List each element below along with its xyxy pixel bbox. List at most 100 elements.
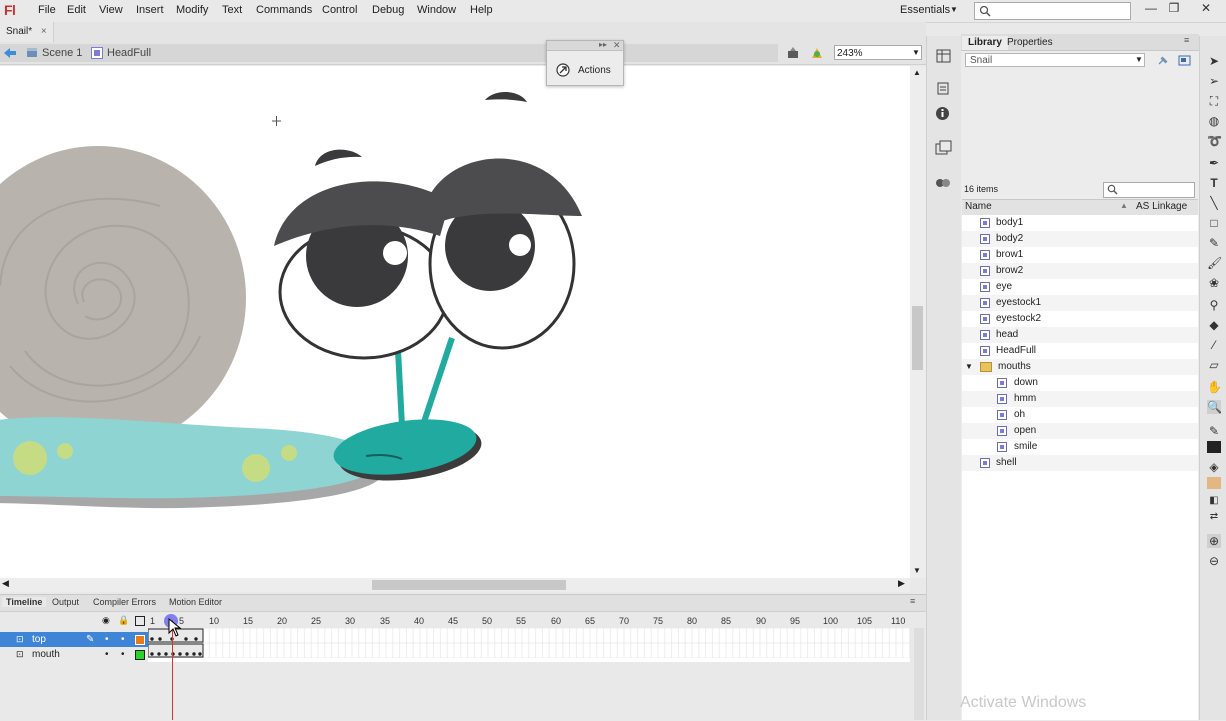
column-as-linkage[interactable]: AS Linkage <box>1136 201 1187 212</box>
timeline-vertical-scrollbar[interactable] <box>914 628 924 720</box>
pin-library-icon[interactable] <box>1157 55 1169 66</box>
deco-tool-icon[interactable]: ❀ <box>1207 276 1221 290</box>
scroll-left-icon[interactable]: ◀ <box>2 578 9 589</box>
menu-debug[interactable]: Debug <box>372 4 404 16</box>
stage-horizontal-scrollbar[interactable]: ◀ ▶ <box>0 578 910 592</box>
new-library-panel-icon[interactable] <box>1178 54 1191 66</box>
panel-grip[interactable] <box>547 41 623 51</box>
bone-tool-icon[interactable]: ⚲ <box>1207 298 1221 312</box>
breadcrumb-symbol[interactable]: HeadFull <box>107 47 151 59</box>
workspace-switcher[interactable]: Essentials <box>900 4 950 16</box>
brush-tool-icon[interactable]: 🖌 <box>1207 256 1222 270</box>
zoom-select[interactable]: 243% <box>834 45 922 60</box>
panel-menu-icon[interactable]: ≡ <box>1184 35 1189 45</box>
layer-color-swatch[interactable] <box>135 650 145 660</box>
visibility-dot[interactable]: • <box>105 647 109 662</box>
zoom-out-icon[interactable]: ⊖ <box>1207 554 1221 568</box>
components-panel-icon[interactable] <box>935 176 951 190</box>
list-item[interactable]: shell <box>962 455 1198 471</box>
tab-compiler-errors[interactable]: Compiler Errors <box>89 597 160 607</box>
stage[interactable] <box>0 66 910 578</box>
edit-scene-icon[interactable] <box>809 46 825 60</box>
stroke-color-icon[interactable]: ✎ <box>1207 424 1221 438</box>
align-panel-icon[interactable] <box>936 49 951 63</box>
list-item[interactable]: brow1 <box>962 247 1198 263</box>
lasso-tool-icon[interactable]: ➰ <box>1207 134 1222 148</box>
free-transform-tool-icon[interactable]: ⛶ <box>1207 94 1221 108</box>
text-tool-icon[interactable]: T <box>1207 176 1221 190</box>
list-item[interactable]: open <box>962 423 1198 439</box>
transform-panel-icon[interactable] <box>937 82 949 95</box>
list-item[interactable]: oh <box>962 407 1198 423</box>
menu-control[interactable]: Control <box>322 4 357 16</box>
visibility-dot[interactable]: • <box>105 632 109 647</box>
library-item-list[interactable]: body1 body2 brow1 brow2 eye eyestock1 ey… <box>962 215 1198 720</box>
layer-name[interactable]: top <box>32 632 46 647</box>
fill-color-icon[interactable]: ◈ <box>1207 460 1221 474</box>
expand-arrow-icon[interactable]: ▼ <box>965 359 973 375</box>
lock-dot[interactable]: • <box>121 632 125 647</box>
list-item[interactable]: smile <box>962 439 1198 455</box>
scroll-right-icon[interactable]: ▶ <box>898 578 905 589</box>
actions-panel[interactable]: ▸▸ ✕ Actions <box>546 40 624 86</box>
menu-commands[interactable]: Commands <box>256 4 312 16</box>
outline-icon[interactable] <box>135 616 145 626</box>
doc-select-chevron-icon[interactable]: ▼ <box>1135 55 1143 64</box>
menu-help[interactable]: Help <box>470 4 493 16</box>
black-white-icon[interactable]: ◧ <box>1207 494 1221 508</box>
folder-item[interactable]: ▼ mouths <box>962 359 1198 375</box>
paint-bucket-tool-icon[interactable]: ◆ <box>1207 318 1221 332</box>
scroll-down-icon[interactable]: ▼ <box>913 566 921 575</box>
list-item[interactable]: down <box>962 375 1198 391</box>
line-tool-icon[interactable]: ╲ <box>1207 196 1221 210</box>
swatches-panel-icon[interactable] <box>935 140 952 156</box>
maximize-button[interactable]: ❐ <box>1164 1 1184 17</box>
list-item[interactable]: brow2 <box>962 263 1198 279</box>
library-search-input[interactable] <box>1103 182 1195 198</box>
zoom-in-icon[interactable]: ⊕ <box>1207 534 1221 548</box>
subselection-tool-icon[interactable]: ➢ <box>1207 74 1221 88</box>
eye-icon[interactable]: ◉ <box>102 615 110 626</box>
horizontal-scroll-thumb[interactable] <box>372 580 566 590</box>
tab-snail[interactable]: Snail* × <box>0 22 54 42</box>
minimize-button[interactable]: — <box>1141 1 1161 17</box>
list-item[interactable]: eyestock1 <box>962 295 1198 311</box>
eraser-tool-icon[interactable]: ▱ <box>1207 358 1221 372</box>
list-item[interactable]: eyestock2 <box>962 311 1198 327</box>
menu-file[interactable]: File <box>38 4 56 16</box>
list-item[interactable]: eye <box>962 279 1198 295</box>
menu-insert[interactable]: Insert <box>136 4 164 16</box>
timeline-menu-icon[interactable]: ≡ <box>910 596 915 606</box>
pen-tool-icon[interactable]: ✒ <box>1207 156 1221 170</box>
layer-row-top[interactable]: ⊡ top ✎ • • <box>0 632 148 647</box>
layer-name[interactable]: mouth <box>32 647 60 662</box>
pencil-tool-icon[interactable]: ✎ <box>1207 236 1221 250</box>
help-search-input[interactable] <box>974 2 1131 20</box>
list-item[interactable]: HeadFull <box>962 343 1198 359</box>
lock-dot[interactable]: • <box>121 647 125 662</box>
breadcrumb-scene[interactable]: Scene 1 <box>42 47 82 59</box>
stage-vertical-scrollbar[interactable]: ▲ ▼ <box>910 66 926 578</box>
lock-icon[interactable]: 🔒 <box>118 615 129 626</box>
zoom-chevron-icon[interactable]: ▼ <box>912 48 920 57</box>
layer-color-swatch[interactable] <box>135 635 145 645</box>
tab-motion-editor[interactable]: Motion Editor <box>165 597 226 607</box>
3d-rotation-tool-icon[interactable]: ◍ <box>1207 114 1221 128</box>
swap-colors-icon[interactable]: ⇄ <box>1207 510 1221 524</box>
menu-view[interactable]: View <box>99 4 123 16</box>
tab-properties[interactable]: Properties <box>1001 36 1059 50</box>
edit-symbols-icon[interactable] <box>786 46 800 60</box>
menu-edit[interactable]: Edit <box>67 4 86 16</box>
list-item[interactable]: head <box>962 327 1198 343</box>
panel-close-icon[interactable]: ✕ <box>613 40 621 51</box>
list-item[interactable]: body1 <box>962 215 1198 231</box>
vertical-scroll-thumb[interactable] <box>912 306 923 370</box>
stroke-color-swatch[interactable] <box>1207 441 1221 453</box>
zoom-tool-icon[interactable]: 🔍 <box>1207 400 1222 414</box>
menu-text[interactable]: Text <box>222 4 242 16</box>
list-item[interactable]: hmm <box>962 391 1198 407</box>
close-tab-icon[interactable]: × <box>41 26 47 37</box>
frame-grid[interactable] <box>147 628 910 662</box>
scroll-up-icon[interactable]: ▲ <box>913 68 921 77</box>
column-name[interactable]: Name <box>965 201 992 212</box>
